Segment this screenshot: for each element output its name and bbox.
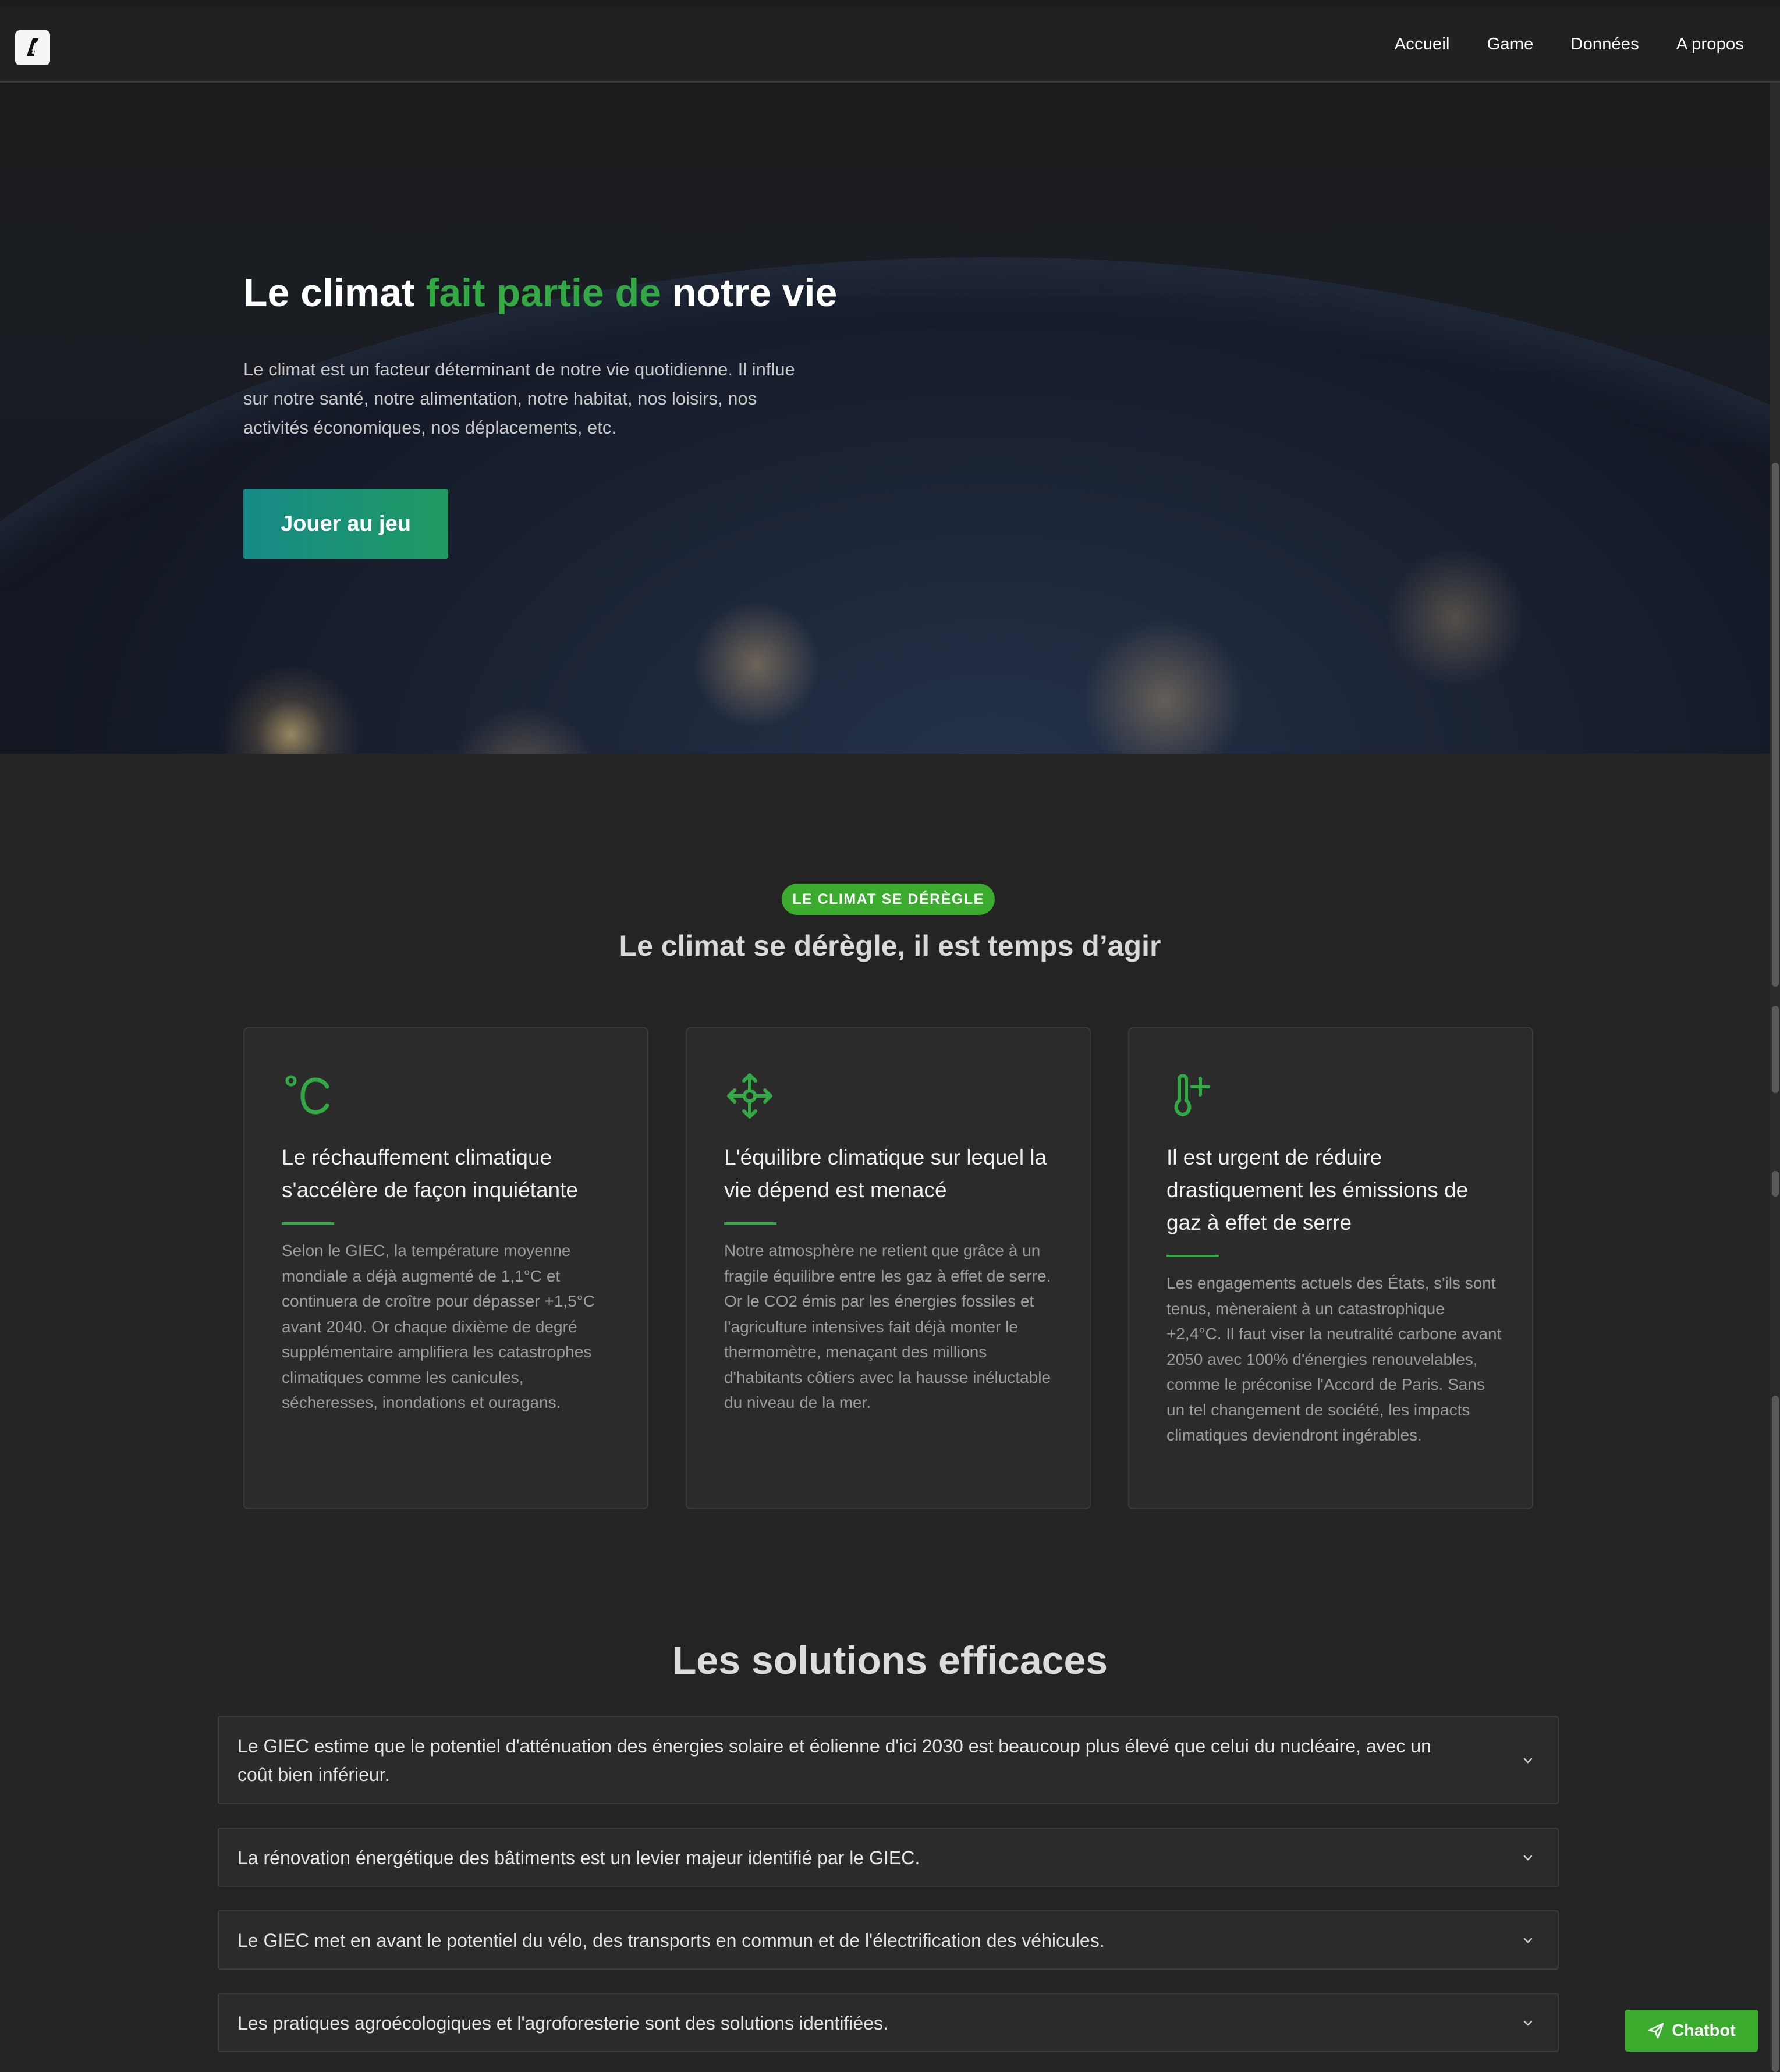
solutions-title: Les solutions efficaces: [672, 1638, 1108, 1683]
card-text: Les engagements actuels des États, s'ils…: [1166, 1274, 1502, 1444]
arrows-expand-icon: [724, 1070, 780, 1126]
info-card: Il est urgent de réduire drastiquement l…: [1128, 1027, 1533, 1509]
chatbot-button[interactable]: Chatbot: [1625, 2010, 1758, 2052]
thermometer-plus-icon: [1166, 1070, 1222, 1126]
site-header: Accueil Game Données A propos: [0, 7, 1780, 83]
hero-title-part1: Le climat: [243, 271, 426, 315]
nav-link-accueil[interactable]: Accueil: [1395, 35, 1450, 54]
hero-description: Le climat est un facteur déterminant de …: [243, 359, 795, 438]
hero-section: Le climat fait partie de notre vie Le cl…: [0, 83, 1780, 754]
chevron-down-icon: [1523, 1938, 1533, 1943]
info-card: Le réchauffement climatique s'accélère d…: [243, 1027, 648, 1509]
hero-title-part2: notre vie: [661, 271, 838, 315]
accordion-item[interactable]: Le GIEC estime que le potentiel d'atténu…: [218, 1716, 1559, 1804]
card-divider: [282, 1222, 334, 1225]
card-text: Notre atmosphère ne retient que grâce à …: [724, 1241, 1051, 1411]
hero-title-accent: fait partie de: [426, 271, 661, 315]
main-nav: Accueil Game Données A propos: [1395, 35, 1744, 54]
card-divider: [724, 1222, 776, 1225]
play-game-button[interactable]: Jouer au jeu: [243, 489, 448, 559]
scrollbar-thumb[interactable]: [1772, 1171, 1779, 1197]
info-card: L'équilibre climatique sur lequel la vie…: [686, 1027, 1091, 1509]
chevron-down-icon: [1523, 1758, 1533, 1764]
card-text: Selon le GIEC, la température moyenne mo…: [282, 1241, 595, 1411]
section-badge: LE CLIMAT SE DÉRÈGLE: [782, 884, 995, 915]
scrollbar-thumb[interactable]: [1772, 1006, 1779, 1093]
site-logo-icon[interactable]: [15, 30, 50, 65]
accordion-item-label: Le GIEC estime que le potentiel d'atténu…: [237, 1736, 1431, 1785]
accordion-item-label: La rénovation énergétique des bâtiments …: [237, 1847, 920, 1868]
card-title: Le réchauffement climatique s'accélère d…: [282, 1145, 578, 1202]
chevron-down-icon: [1523, 1855, 1533, 1861]
card-title: L'équilibre climatique sur lequel la vie…: [724, 1145, 1047, 1202]
nav-link-a-propos[interactable]: A propos: [1676, 35, 1744, 54]
celsius-icon: [282, 1070, 338, 1126]
section-title: Le climat se dérègle, il est temps d’agi…: [619, 929, 1161, 962]
browser-top-strip: [0, 0, 1780, 7]
card-title: Il est urgent de réduire drastiquement l…: [1166, 1145, 1469, 1234]
send-icon: [1648, 2023, 1664, 2039]
scrollbar-thumb[interactable]: [1772, 1396, 1779, 2072]
accordion-item-label: Les pratiques agroécologiques et l'agrof…: [237, 2013, 888, 2034]
accordion-item[interactable]: Le GIEC met en avant le potentiel du vél…: [218, 1910, 1559, 1970]
chevron-down-icon: [1523, 2020, 1533, 2026]
nav-link-donnees[interactable]: Données: [1570, 35, 1639, 54]
scrollbar-thumb[interactable]: [1772, 463, 1779, 987]
hero-title: Le climat fait partie de notre vie: [243, 270, 837, 315]
accordion-item[interactable]: Les pratiques agroécologiques et l'agrof…: [218, 1993, 1559, 2052]
accordion-item[interactable]: La rénovation énergétique des bâtiments …: [218, 1828, 1559, 1887]
card-divider: [1166, 1255, 1219, 1257]
nav-link-game[interactable]: Game: [1487, 35, 1534, 54]
chatbot-label: Chatbot: [1672, 2021, 1736, 2040]
accordion-item-label: Le GIEC met en avant le potentiel du vél…: [237, 1930, 1105, 1951]
